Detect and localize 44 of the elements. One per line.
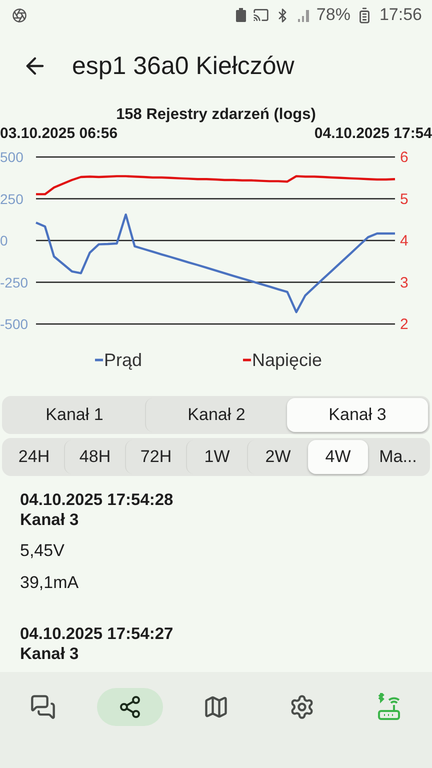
clock: 17:56 bbox=[379, 5, 422, 25]
battery-percentage: 78% bbox=[316, 5, 350, 25]
battery-saver-icon bbox=[235, 8, 248, 22]
axis-label: 2 bbox=[400, 316, 408, 333]
channel-tab[interactable]: Kanał 1 bbox=[4, 398, 145, 432]
chart-title: 158 Rejestry zdarzeń (logs) bbox=[116, 106, 316, 123]
signal-icon bbox=[296, 8, 310, 22]
legend-swatch bbox=[243, 358, 251, 362]
period-tab[interactable]: 4W bbox=[308, 440, 368, 474]
settings-icon bbox=[289, 694, 316, 720]
nav-button[interactable] bbox=[96, 688, 163, 726]
log-current: 39,1mA bbox=[20, 572, 80, 594]
axis-label: 0 bbox=[0, 232, 8, 248]
log-channel: Kanał 3 bbox=[20, 510, 80, 530]
legend-label: Prąd bbox=[104, 350, 142, 370]
axis-label: 4 bbox=[400, 232, 408, 250]
page-title: esp1 36a0 Kiełczów bbox=[72, 52, 294, 80]
chat-icon bbox=[30, 694, 56, 720]
log-channel: Kanał 3 bbox=[20, 644, 80, 664]
axis-label: 5 bbox=[400, 190, 408, 208]
period-tab[interactable]: 24H bbox=[4, 440, 64, 474]
period-tab[interactable]: 1W bbox=[186, 440, 247, 474]
log-timestamp: 04.10.2025 17:54:27 bbox=[20, 624, 174, 644]
axis-label: 6 bbox=[400, 149, 408, 166]
axis-label: -250 bbox=[0, 274, 28, 290]
period-tab[interactable]: 48H bbox=[64, 440, 125, 474]
legend-swatch bbox=[95, 358, 103, 362]
aperture-icon bbox=[12, 8, 27, 22]
log-voltage: 5,45V bbox=[20, 540, 66, 562]
router-icon bbox=[376, 693, 402, 721]
axis-label: -500 bbox=[0, 316, 28, 332]
map-icon bbox=[202, 694, 229, 720]
log-timestamp: 04.10.2025 17:54:28 bbox=[20, 490, 174, 510]
axis-label: 250 bbox=[0, 190, 24, 207]
channel-tab[interactable]: Kanał 3 bbox=[287, 398, 428, 432]
start-date: 03.10.2025 06:56 bbox=[0, 125, 118, 142]
cast-icon bbox=[253, 7, 270, 23]
period-tab[interactable]: Ma... bbox=[368, 440, 428, 474]
nodes-icon bbox=[118, 695, 142, 719]
end-date: 04.10.2025 17:54 bbox=[314, 125, 432, 142]
axis-label: 500 bbox=[0, 149, 24, 165]
axis-label: 3 bbox=[400, 274, 408, 292]
legend-label: Napięcie bbox=[252, 350, 322, 370]
period-tab[interactable]: 72H bbox=[125, 440, 186, 474]
